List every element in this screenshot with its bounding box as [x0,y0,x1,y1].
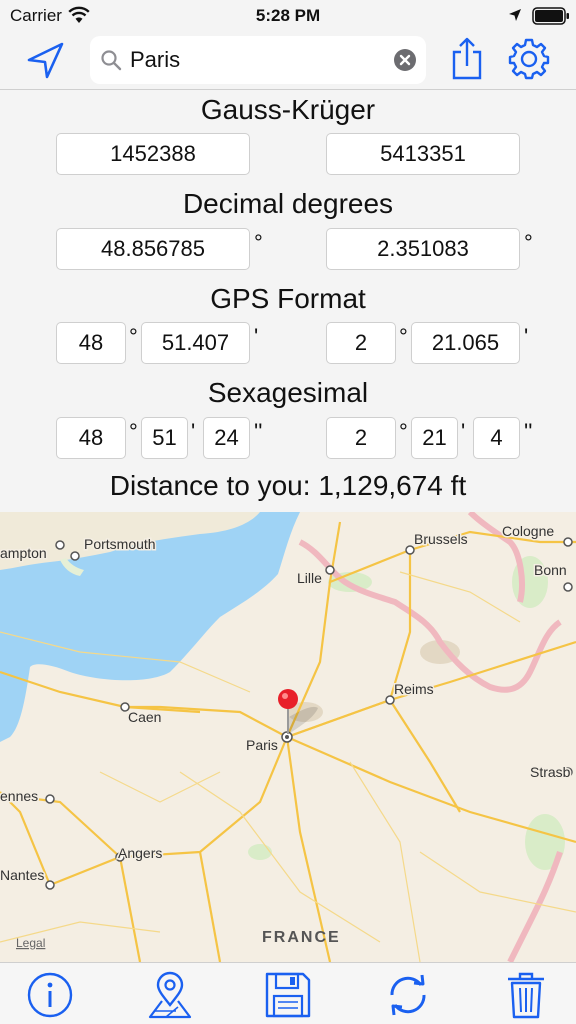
info-icon[interactable] [26,971,74,1019]
clear-search-icon[interactable] [394,49,416,71]
map-label-cologne: Cologne [502,523,554,539]
sexagesimal-latitude-degree-unit: ° [129,419,138,444]
sexagesimal-latitude-seconds-field[interactable]: 24 [203,417,250,459]
map-label-strasb: Strasb [530,764,571,780]
map-label-ennes: ennes [0,788,38,804]
map-label-reims: Reims [394,681,434,697]
gps-longitude-minute-unit: ' [524,324,529,349]
sexagesimal-latitude-minute-unit: ' [191,419,196,444]
share-icon[interactable] [450,36,484,80]
location-arrow-icon [509,9,521,21]
decimal-longitude-field[interactable]: 2.351083 [326,228,520,270]
gps-latitude-degree-unit: ° [129,324,138,349]
search-input[interactable] [130,44,380,76]
sexagesimal-longitude-degree-unit: ° [399,419,408,444]
decimal-latitude-degree-unit: ° [254,230,263,255]
search-icon [101,50,122,71]
sexagesimal-longitude-degrees-field[interactable]: 2 [326,417,396,459]
gps-latitude-minutes-field[interactable]: 51.407 [141,322,250,364]
sexagesimal-longitude-minute-unit: ' [461,419,466,444]
map-label-ampton: ampton [0,545,47,561]
gauss-kruger-right-field[interactable]: 5413351 [326,133,520,175]
map-label-caen: Caen [128,709,161,725]
map-label-nantes: Nantes [0,867,44,883]
gauss-kruger-left-field[interactable]: 1452388 [56,133,250,175]
distance-label: Distance to you: 1,129,674 ft [109,470,467,501]
search-bar[interactable] [90,36,426,84]
map-view[interactable]: ampton Portsmouth Brussels Cologne Lille… [0,512,576,962]
map-country-label: FRANCE [262,929,341,946]
gps-longitude-minutes-field[interactable]: 21.065 [411,322,520,364]
nav-bar [0,32,576,90]
status-bar: Carrier 5:28 PM [0,0,576,32]
gps-format-title: GPS Format [210,283,366,314]
sexagesimal-latitude-second-unit: '' [254,419,263,444]
gps-latitude-minute-unit: ' [254,324,259,349]
trash-icon[interactable] [502,971,550,1019]
bottom-toolbar [0,962,576,1024]
sexagesimal-longitude-second-unit: '' [524,419,533,444]
gps-longitude-degree-unit: ° [399,324,408,349]
decimal-degrees-title: Decimal degrees [182,188,394,219]
map-label-paris: Paris [246,737,278,753]
gps-longitude-degrees-field[interactable]: 2 [326,322,396,364]
map-label-portsmouth: Portsmouth [84,536,156,552]
map-legal-link[interactable]: Legal [16,936,45,950]
refresh-icon[interactable] [384,971,432,1019]
gauss-kruger-title: Gauss-Krüger [200,94,376,125]
sexagesimal-title: Sexagesimal [207,377,369,408]
locate-me-icon[interactable] [24,40,66,80]
map-label-angers: Angers [118,845,162,861]
gear-icon[interactable] [508,38,550,80]
battery-icon [532,7,569,25]
sexagesimal-longitude-minutes-field[interactable]: 21 [411,417,458,459]
sexagesimal-latitude-degrees-field[interactable]: 48 [56,417,126,459]
decimal-latitude-field[interactable]: 48.856785 [56,228,250,270]
map-label-bonn: Bonn [534,562,567,578]
floppy-disk-icon[interactable] [264,971,312,1019]
decimal-longitude-degree-unit: ° [524,230,533,255]
map-canvas[interactable]: ampton Portsmouth Brussels Cologne Lille… [0,512,576,962]
map-label-brussels: Brussels [414,531,468,547]
gps-latitude-degrees-field[interactable]: 48 [56,322,126,364]
map-pin-icon[interactable] [146,971,194,1019]
sexagesimal-longitude-seconds-field[interactable]: 4 [473,417,520,459]
clock: 5:28 PM [255,6,321,25]
map-label-lille: Lille [297,570,322,586]
sexagesimal-latitude-minutes-field[interactable]: 51 [141,417,188,459]
